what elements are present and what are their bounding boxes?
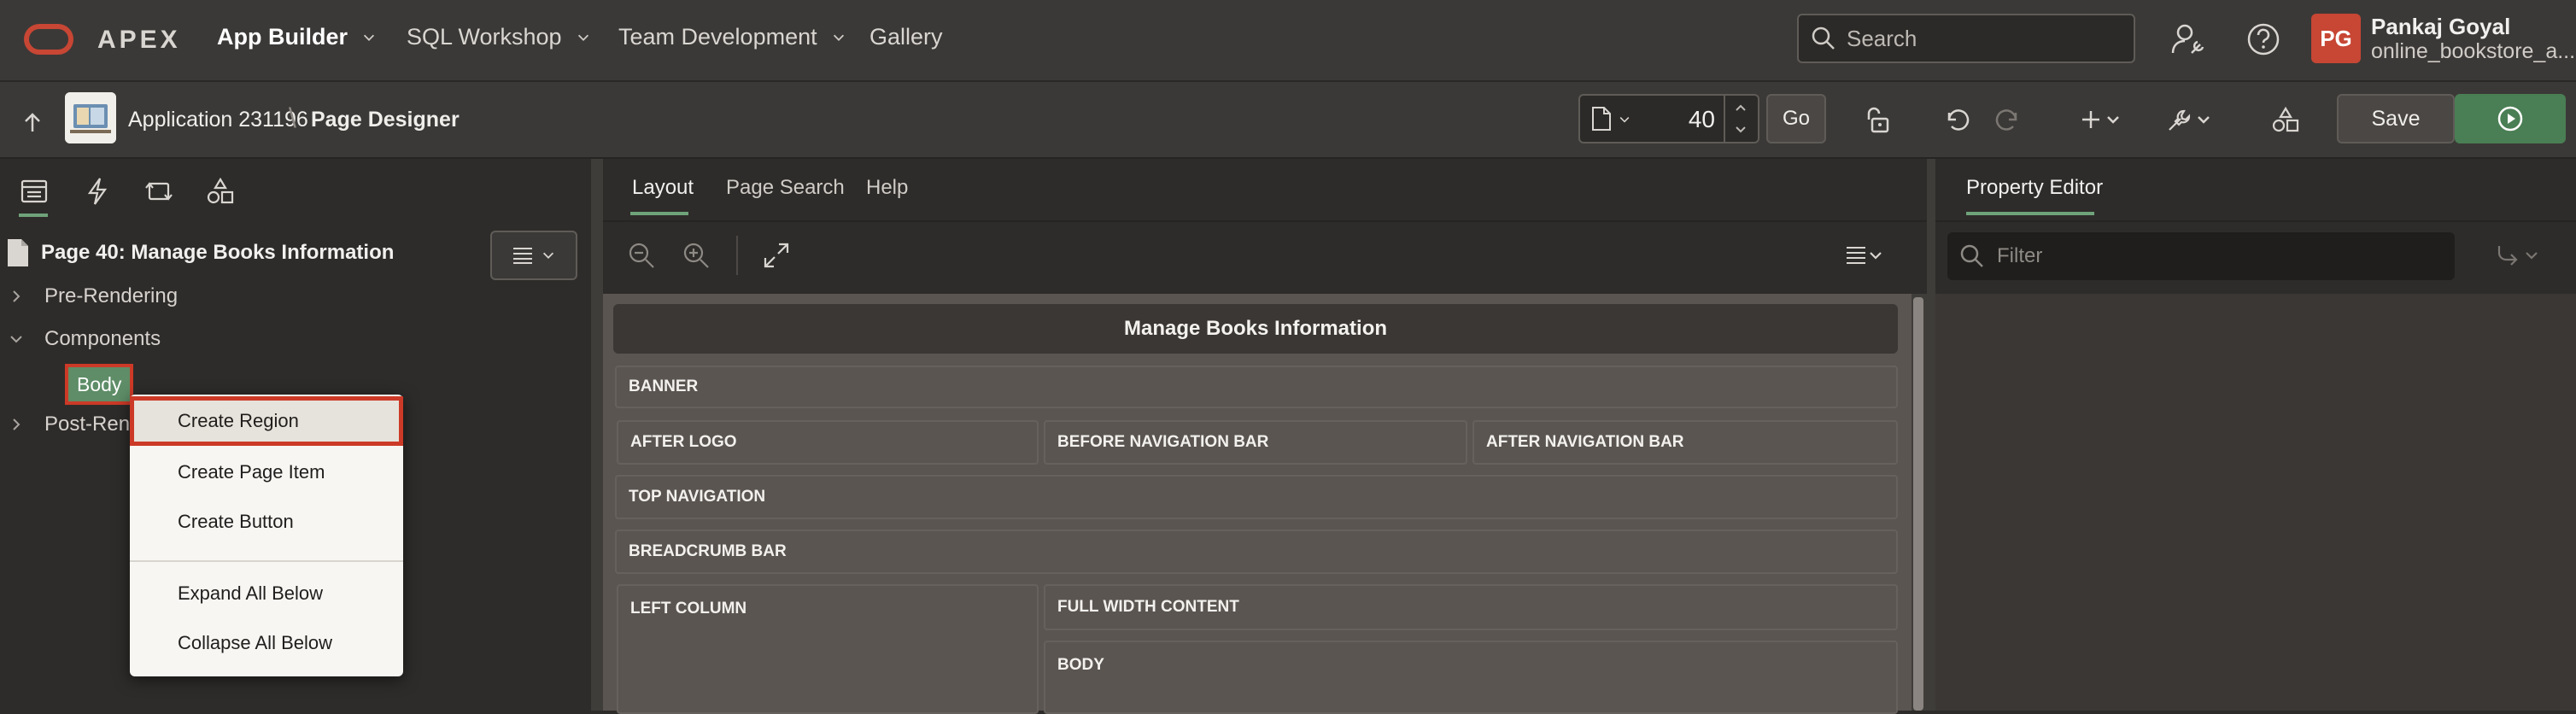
nav-gallery[interactable]: Gallery <box>869 24 943 50</box>
region-banner[interactable]: BANNER <box>615 366 1898 408</box>
tree-node-pre-rendering[interactable]: Pre-Rendering <box>44 284 178 308</box>
nav-app-builder[interactable]: App Builder <box>217 24 377 50</box>
dynamic-actions-icon[interactable] <box>82 176 113 207</box>
menu-item-create-page-item[interactable]: Create Page Item <box>130 448 403 497</box>
redo-icon[interactable] <box>1993 104 2024 135</box>
nav-sql-workshop[interactable]: SQL Workshop <box>407 24 591 50</box>
property-filter[interactable] <box>1947 232 2455 280</box>
nav-gallery-label: Gallery <box>869 24 943 50</box>
region-after-logo[interactable]: AFTER LOGO <box>617 420 1039 465</box>
application-icon[interactable] <box>65 92 116 143</box>
menu-divider <box>130 560 403 562</box>
region-body[interactable]: BODY <box>1044 641 1898 714</box>
stepper-divider <box>1724 96 1725 142</box>
global-search-input[interactable] <box>1845 24 2122 53</box>
property-editor-body <box>1935 294 2576 711</box>
chevron-right-icon[interactable] <box>9 289 24 304</box>
region-left-column[interactable]: LEFT COLUMN <box>617 584 1039 714</box>
active-tab-indicator <box>1966 212 2094 215</box>
menu-item-expand-all-below[interactable]: Expand All Below <box>130 569 403 618</box>
arrow-up-icon[interactable] <box>19 109 46 137</box>
administration-icon[interactable] <box>2168 19 2209 60</box>
left-splitter[interactable] <box>591 159 603 711</box>
tree-node-body[interactable]: Body <box>64 364 134 405</box>
go-to-group-icon[interactable] <box>2494 241 2542 272</box>
nav-team-development-label: Team Development <box>618 24 817 50</box>
region-after-navigation-bar[interactable]: AFTER NAVIGATION BAR <box>1472 420 1898 465</box>
property-filter-input[interactable] <box>1995 243 2443 269</box>
page-designer-breadcrumb: Page Designer <box>311 108 460 132</box>
nav-team-development[interactable]: Team Development <box>618 24 846 50</box>
page-icon[interactable] <box>1590 106 1613 132</box>
page-node-title[interactable]: Page 40: Manage Books Information <box>41 241 394 265</box>
decrement-icon[interactable] <box>1732 123 1749 137</box>
nav-sql-workshop-label: SQL Workshop <box>407 24 562 50</box>
oracle-logo-icon[interactable] <box>24 24 73 55</box>
shared-components-tab-icon[interactable] <box>205 176 236 207</box>
user-avatar[interactable]: PG <box>2311 14 2361 63</box>
layout-menu-icon[interactable] <box>1845 244 1886 266</box>
save-button[interactable]: Save <box>2337 94 2455 143</box>
create-menu-icon[interactable] <box>2079 104 2125 135</box>
tab-property-editor[interactable]: Property Editor <box>1966 176 2103 200</box>
menu-item-create-region[interactable]: Create Region <box>130 396 403 446</box>
toolbar-separator <box>736 236 738 275</box>
shared-components-icon[interactable] <box>2270 104 2301 135</box>
chevron-right-icon[interactable] <box>9 417 24 432</box>
user-name[interactable]: Pankaj Goyal <box>2371 14 2510 40</box>
utilities-menu-icon[interactable] <box>2164 104 2216 135</box>
menu-item-create-button[interactable]: Create Button <box>130 497 403 547</box>
save-and-run-button[interactable] <box>2455 94 2566 143</box>
search-icon <box>1812 26 1835 50</box>
tab-divider <box>603 220 1927 222</box>
breadcrumb-separator: \ <box>289 102 296 133</box>
menu-item-collapse-all-below[interactable]: Collapse All Below <box>130 618 403 668</box>
apex-logo-text[interactable]: APEX <box>97 26 181 55</box>
active-tab-indicator <box>19 214 48 217</box>
increment-icon[interactable] <box>1732 101 1749 114</box>
region-top-navigation[interactable]: TOP NAVIGATION <box>615 475 1898 519</box>
chevron-down-icon <box>577 34 588 41</box>
search-icon <box>1960 244 1983 267</box>
tree-actions-menu-button[interactable] <box>490 231 577 280</box>
nav-app-builder-label: App Builder <box>217 24 348 50</box>
chevron-down-icon <box>833 34 844 41</box>
context-menu: Create Region Create Page Item Create Bu… <box>130 395 403 676</box>
expand-icon[interactable] <box>762 241 791 270</box>
page-number-field[interactable]: 40 <box>1643 106 1715 133</box>
tab-layout[interactable]: Layout <box>632 176 694 200</box>
processing-icon[interactable] <box>143 176 174 207</box>
chevron-down-icon[interactable] <box>1618 113 1631 126</box>
region-breadcrumb-bar[interactable]: BREADCRUMB BAR <box>615 530 1898 574</box>
region-before-navigation-bar[interactable]: BEFORE NAVIGATION BAR <box>1044 420 1467 465</box>
go-button[interactable]: Go <box>1766 94 1826 143</box>
user-workspace[interactable]: online_bookstore_a... <box>2371 39 2575 64</box>
rendering-tree-icon[interactable] <box>19 176 50 207</box>
active-tab-indicator <box>630 212 688 215</box>
hamburger-menu-icon <box>513 248 532 264</box>
chevron-down-icon <box>363 34 375 41</box>
page-node-icon <box>8 239 28 266</box>
tab-help[interactable]: Help <box>866 176 908 200</box>
application-breadcrumb[interactable]: Application 231196 <box>128 108 308 132</box>
tree-node-components[interactable]: Components <box>44 327 161 351</box>
page-lock-icon[interactable] <box>1862 104 1893 135</box>
help-icon[interactable] <box>2243 19 2284 60</box>
run-icon <box>2497 106 2523 132</box>
global-search[interactable] <box>1797 14 2135 63</box>
zoom-in-icon[interactable] <box>682 241 711 270</box>
scrollbar-thumb[interactable] <box>1913 297 1923 711</box>
region-full-width-content[interactable]: FULL WIDTH CONTENT <box>1044 584 1898 630</box>
chevron-down-icon[interactable] <box>9 331 24 347</box>
undo-icon[interactable] <box>1941 104 1971 135</box>
page-title-region[interactable]: Manage Books Information <box>613 304 1898 354</box>
tab-divider <box>1935 220 2576 222</box>
tab-page-search[interactable]: Page Search <box>726 176 845 200</box>
right-splitter[interactable] <box>1927 159 1935 711</box>
zoom-out-icon[interactable] <box>627 241 656 270</box>
chevron-down-icon <box>542 252 554 259</box>
